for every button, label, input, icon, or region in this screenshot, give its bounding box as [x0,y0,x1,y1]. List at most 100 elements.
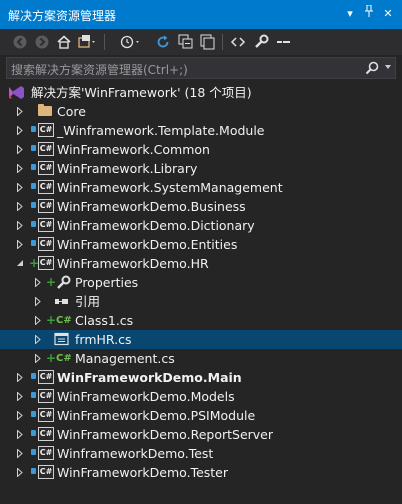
forward-icon[interactable] [32,32,52,52]
expand-arrow-icon[interactable] [16,102,26,121]
csharp-project-icon: C# [38,389,54,403]
expand-arrow-icon[interactable] [16,121,26,140]
tree-item-label: WinFramework.Library [57,161,198,176]
csharp-project-icon: C# [38,218,54,232]
expand-arrow-icon[interactable] [34,273,44,292]
tree-item-label: WinFrameworkDemo.Models [57,389,235,404]
tree-item-references[interactable]: 引用 [0,292,402,311]
expand-arrow-icon[interactable] [16,140,26,159]
tree-item-project-hr[interactable]: + C# WinFrameworkDemo.HR [0,254,402,273]
expand-arrow-icon[interactable] [16,406,26,425]
window-title: 解决方案资源管理器 [8,9,117,23]
tree-item-label: Core [57,104,86,119]
source-control-lock-icon [31,411,36,417]
properties-wrench-icon[interactable] [251,32,271,52]
source-control-lock-icon [31,449,36,455]
tree-item-label: 引用 [75,294,101,309]
tree-item-project[interactable]: C# WinFrameworkDemo.PSIModule [0,406,402,425]
visual-studio-solution-icon [8,85,24,100]
tree-item-project[interactable]: C# WinFramework.Common [0,140,402,159]
tree-item-project[interactable]: C# WinFrameworkDemo.Business [0,197,402,216]
collapse-all-icon[interactable] [176,32,196,52]
expand-arrow-icon[interactable] [16,178,26,197]
references-icon [54,294,70,309]
home-icon[interactable] [54,32,74,52]
source-control-lock-icon [31,392,36,398]
tree-item-core[interactable]: Core [0,102,402,121]
tree-item-project[interactable]: C# WinFrameworkDemo.Models [0,387,402,406]
tree-item-label: WinframeworkDemo.Test [57,446,214,461]
tree-item-label: Management.cs [75,351,175,366]
tree-item-label: WinFrameworkDemo.Business [57,199,246,214]
csharp-project-icon: C# [38,408,54,422]
back-icon[interactable] [10,32,30,52]
tree-item-label: _Winframework.Template.Module [57,123,265,138]
tree-item-label: WinFrameworkDemo.ReportServer [57,427,273,442]
search-input[interactable]: 搜索解决方案资源管理器(Ctrl+;) [11,61,188,78]
tree-item-project[interactable]: C# WinFramework.SystemManagement [0,178,402,197]
close-button[interactable]: ✕ [380,5,396,23]
pin-icon[interactable] [361,4,377,23]
csharp-project-icon: C# [38,199,54,213]
tree-item-label: WinFrameworkDemo.Entities [57,237,238,252]
csharp-project-icon: C# [38,161,54,175]
expand-arrow-icon[interactable] [16,463,26,482]
tree-item-project[interactable]: C# WinFramework.Library [0,159,402,178]
tree-item-project[interactable]: C# WinframeworkDemo.Test [0,444,402,463]
tree-item-csfile[interactable]: + C# Management.cs [0,349,402,368]
tree-item-label: WinFramework.Common [57,142,210,157]
show-all-files-icon[interactable] [198,32,218,52]
csharp-project-icon: C# [38,427,54,441]
tree-item-project[interactable]: C# WinFrameworkDemo.Dictionary [0,216,402,235]
expand-arrow-icon[interactable] [34,311,44,330]
collapse-arrow-icon[interactable] [15,254,25,273]
source-control-lock-icon [31,183,36,189]
expand-arrow-icon[interactable] [34,349,44,368]
tree-item-project[interactable]: C# WinFrameworkDemo.Tester [0,463,402,482]
refresh-icon[interactable] [153,32,173,52]
tree-item-project[interactable]: C# WinFrameworkDemo.Entities [0,235,402,254]
tree-item-label: Properties [75,275,139,290]
tree-item-label: WinFrameworkDemo.Main [57,370,242,385]
expand-arrow-icon[interactable] [16,368,26,387]
tree-item-label: WinFrameworkDemo.Tester [57,465,229,480]
expand-arrow-icon[interactable] [16,387,26,406]
tree-item-project[interactable]: C# _Winframework.Template.Module [0,121,402,140]
csharp-project-icon: C# [38,180,54,194]
expand-arrow-icon[interactable] [16,425,26,444]
window-position-dropdown-button[interactable]: ▾ [342,5,358,23]
toolbar-separator [222,34,223,50]
expand-arrow-icon[interactable] [16,159,26,178]
search-icon[interactable] [365,61,379,78]
search-box[interactable]: 搜索解决方案资源管理器(Ctrl+;) [6,57,396,79]
pending-add-icon: + [46,351,57,365]
search-options-dropdown-icon[interactable] [385,65,391,69]
source-control-lock-icon [31,202,36,208]
expand-arrow-icon[interactable] [34,330,44,349]
view-code-icon[interactable] [228,32,248,52]
tree-item-csfile[interactable]: + C# Class1.cs [0,311,402,330]
tree-item-startup-project[interactable]: C# WinFrameworkDemo.Main [0,368,402,387]
expand-arrow-icon[interactable] [16,235,26,254]
tree-item-project[interactable]: C# WinFrameworkDemo.ReportServer [0,425,402,444]
pending-add-icon: + [46,313,57,327]
csharp-project-icon: C# [38,237,54,251]
source-control-lock-icon [31,240,36,246]
expand-arrow-icon[interactable] [16,444,26,463]
wrench-icon [56,275,72,290]
tree-item-form-selected[interactable]: frmHR.cs [0,330,402,349]
expand-arrow-icon[interactable] [34,292,44,311]
expand-arrow-icon[interactable] [16,197,26,216]
tree-item-properties[interactable]: + Properties [0,273,402,292]
pending-changes-filter-icon[interactable] [120,32,140,52]
csharp-project-icon: C# [38,256,54,270]
source-control-lock-icon [31,164,36,170]
pending-add-icon: + [46,275,57,289]
preview-selected-items-icon[interactable] [273,32,293,52]
source-control-lock-icon [31,126,36,132]
solution-node[interactable]: 解决方案'WinFramework' (18 个项目) [0,83,402,102]
expand-arrow-icon[interactable] [16,216,26,235]
toolbar-separator [104,34,105,50]
csharp-project-icon: C# [38,123,54,137]
switch-views-icon[interactable] [78,32,98,52]
